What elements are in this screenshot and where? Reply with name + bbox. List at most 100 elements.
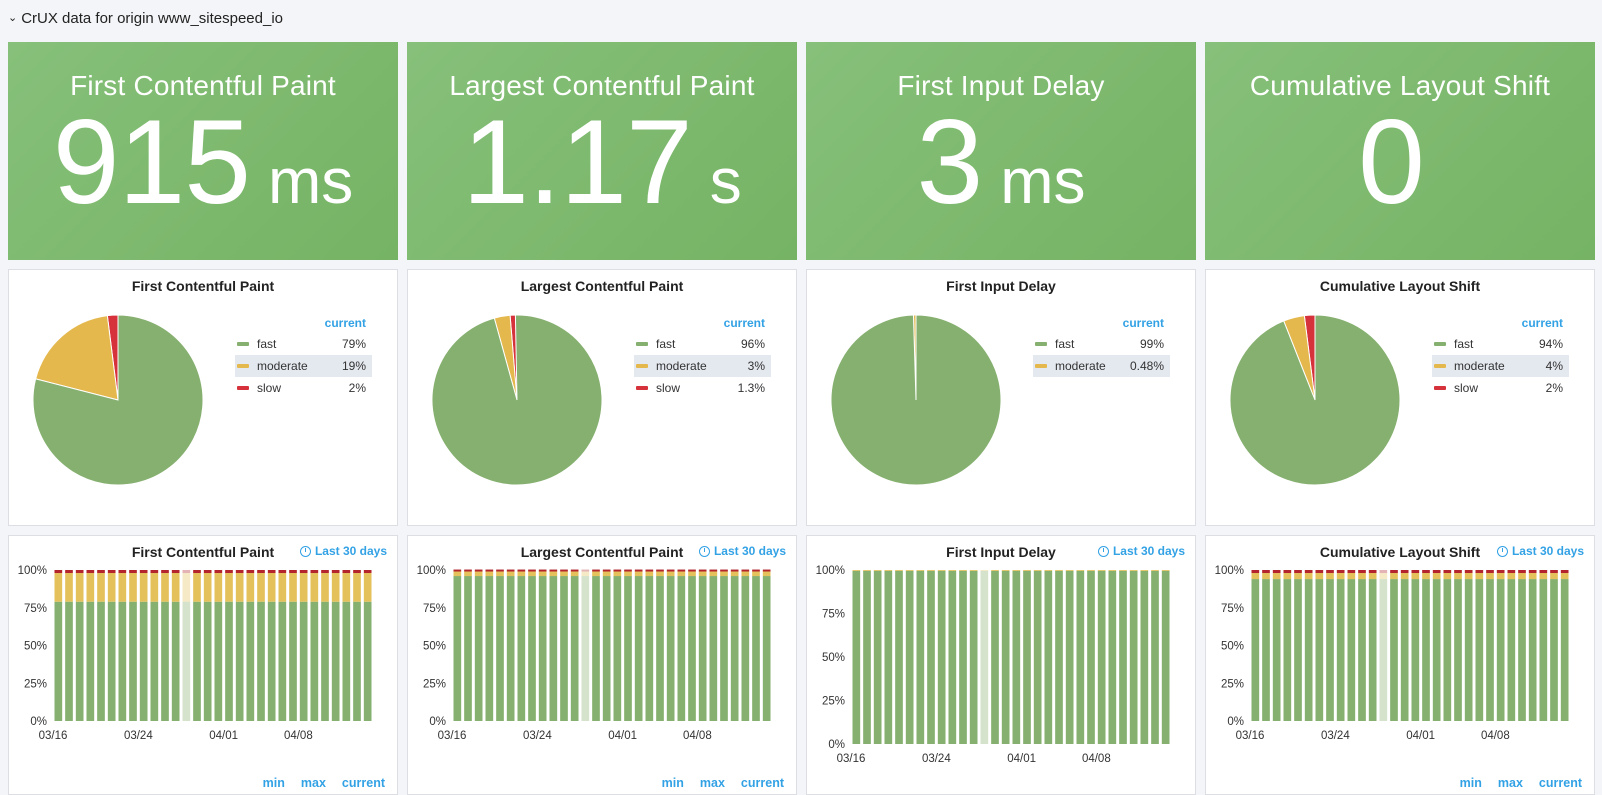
stat-panel-fcp[interactable]: First Contentful Paint 915 ms bbox=[8, 42, 398, 260]
pie-chart[interactable] bbox=[430, 313, 604, 487]
pie-slice-fast[interactable] bbox=[830, 314, 1002, 486]
bar-segment-moderate bbox=[299, 573, 308, 602]
pie-panel-lcp[interactable]: Largest Contentful Paint current fast 96% m… bbox=[407, 269, 797, 526]
pie-panel-fid[interactable]: First Input Delay current fast 99% moderate… bbox=[806, 269, 1196, 526]
pie-chart[interactable] bbox=[829, 313, 1003, 487]
bar-segment-moderate bbox=[1358, 573, 1366, 580]
bar-segment-moderate bbox=[1055, 570, 1063, 571]
legend-item-slow[interactable]: slow 2% bbox=[235, 377, 372, 399]
bar-segment-fast bbox=[592, 576, 600, 721]
bar-segment-slow bbox=[1475, 570, 1484, 574]
bar-segment-slow bbox=[161, 570, 169, 574]
pie-slice-fast[interactable] bbox=[1229, 314, 1401, 486]
bar-segment-slow bbox=[752, 569, 760, 572]
legend-item-moderate[interactable]: moderate 0.48% bbox=[1033, 355, 1170, 377]
bar-panel-cls[interactable]: Cumulative Layout Shift Last 30 days 100… bbox=[1205, 535, 1595, 795]
bar-segment-moderate bbox=[905, 570, 914, 571]
bar-segment-moderate bbox=[363, 573, 372, 602]
bar-segment-fast bbox=[1368, 579, 1377, 721]
bar-segment-fast bbox=[959, 570, 967, 744]
legend-label: fast bbox=[656, 337, 676, 351]
stat-panel-fid[interactable]: First Input Delay 3 ms bbox=[806, 42, 1196, 260]
bar-segment-fast bbox=[267, 601, 276, 721]
bar-segment-fast bbox=[1161, 570, 1170, 744]
bar-segment-slow bbox=[1315, 570, 1324, 574]
y-tick-label: 25% bbox=[423, 678, 446, 690]
bar-segment-moderate bbox=[980, 570, 989, 571]
legend-header-current[interactable]: current bbox=[1033, 313, 1170, 333]
stacked-bar-chart[interactable]: 100% 75% 50% 25% 0% 03/16 03/24 04/01 04/08 bbox=[807, 536, 1195, 791]
bar-segment-fast bbox=[549, 576, 558, 721]
legend-item-moderate[interactable]: moderate 3% bbox=[634, 355, 771, 377]
legend-item-fast[interactable]: fast 96% bbox=[634, 333, 771, 355]
bar-segment-moderate bbox=[496, 571, 504, 577]
bar-panel-fid[interactable]: First Input Delay Last 30 days 100% 75% 50… bbox=[806, 535, 1196, 795]
bar-segment-slow bbox=[54, 570, 63, 574]
bar-segment-slow bbox=[1294, 570, 1302, 574]
legend-header-current[interactable]: current bbox=[1432, 313, 1569, 333]
y-tick-label: 100% bbox=[417, 565, 446, 577]
bar-segment-fast bbox=[1528, 579, 1537, 721]
bar-segment-slow bbox=[485, 569, 494, 572]
bar-segment-slow bbox=[1560, 570, 1569, 574]
bar-segment-slow bbox=[730, 569, 739, 572]
legend-header-current[interactable]: current bbox=[634, 313, 771, 333]
bar-segment-slow bbox=[592, 569, 600, 572]
bar-segment-fast bbox=[916, 570, 925, 744]
bar-segment-moderate bbox=[528, 571, 536, 577]
legend-item-slow[interactable]: slow 1.3% bbox=[634, 377, 771, 399]
bar-segment-moderate bbox=[1411, 573, 1420, 580]
legend-label: moderate bbox=[656, 359, 707, 373]
stacked-bar-chart[interactable]: 100% 75% 50% 25% 0% 03/16 03/24 04/01 04/08 bbox=[1206, 536, 1594, 776]
bar-segment-slow bbox=[709, 569, 718, 572]
pie-chart[interactable] bbox=[1228, 313, 1402, 487]
bar-segment-slow bbox=[1283, 570, 1292, 574]
legend-swatch bbox=[1434, 364, 1446, 368]
x-tick-label: 04/01 bbox=[1007, 753, 1036, 765]
stat-panel-cls[interactable]: Cumulative Layout Shift 0 bbox=[1205, 42, 1595, 260]
legend-item-fast[interactable]: fast 79% bbox=[235, 333, 372, 355]
bar-segment-moderate bbox=[1304, 573, 1313, 580]
bar-segment-moderate bbox=[741, 571, 750, 577]
legend-item-fast[interactable]: fast 99% bbox=[1033, 333, 1170, 355]
bar-segment-moderate bbox=[873, 570, 882, 571]
pie-panel-cls[interactable]: Cumulative Layout Shift current fast 94% mo… bbox=[1205, 269, 1595, 526]
bar-segment-fast bbox=[1119, 570, 1127, 744]
bar-segment-slow bbox=[1358, 570, 1366, 574]
bar-segment-slow bbox=[453, 569, 462, 572]
y-tick-label: 100% bbox=[18, 565, 47, 577]
bar-segment-moderate bbox=[1422, 573, 1430, 580]
legend-item-moderate[interactable]: moderate 4% bbox=[1432, 355, 1569, 377]
bar-segment-moderate bbox=[107, 573, 116, 602]
bar-segment-slow bbox=[698, 569, 707, 572]
legend-item-fast[interactable]: fast 94% bbox=[1432, 333, 1569, 355]
legend-item-slow[interactable]: slow 2% bbox=[1432, 377, 1569, 399]
pie-panel-fcp[interactable]: First Contentful Paint current fast 79% mod… bbox=[8, 269, 398, 526]
x-tick-label: 04/01 bbox=[608, 730, 637, 742]
bar-segment-moderate bbox=[634, 571, 643, 577]
y-tick-label: 100% bbox=[816, 565, 845, 577]
stacked-bar-chart[interactable]: 100% 75% 50% 25% 0% 03/16 03/24 04/01 04/08 bbox=[408, 536, 796, 776]
y-tick-label: 50% bbox=[24, 641, 47, 653]
stat-panel-lcp[interactable]: Largest Contentful Paint 1.17 s bbox=[407, 42, 797, 260]
row-collapse-toggle[interactable]: ⌄ CrUX data for origin www_sitespeed_io bbox=[8, 6, 283, 30]
bar-segment-slow bbox=[1539, 570, 1548, 574]
legend-item-moderate[interactable]: moderate 19% bbox=[235, 355, 372, 377]
stat-unit: s bbox=[709, 145, 742, 217]
bar-panel-lcp[interactable]: Largest Contentful Paint Last 30 days 10… bbox=[407, 535, 797, 795]
bar-segment-slow bbox=[688, 569, 696, 572]
bar-segment-moderate bbox=[677, 571, 686, 577]
bar-segment-fast bbox=[1055, 570, 1063, 744]
bar-segment-moderate bbox=[863, 570, 871, 571]
bar-segment-slow bbox=[506, 569, 515, 572]
bar-segment-fast bbox=[150, 601, 159, 721]
bar-segment-moderate bbox=[1012, 570, 1021, 571]
pie-chart[interactable] bbox=[31, 313, 205, 487]
stacked-bar-chart[interactable]: 100% 75% 50% 25% 0% 03/16 03/24 04/01 04/08 bbox=[9, 536, 397, 776]
bar-segment-moderate bbox=[203, 573, 212, 602]
legend-header-current[interactable]: current bbox=[235, 313, 372, 333]
pie-slice-fast[interactable] bbox=[431, 314, 603, 486]
stat-value: 915 bbox=[52, 95, 251, 229]
bar-segment-moderate bbox=[762, 571, 771, 577]
bar-panel-fcp[interactable]: First Contentful Paint Last 30 days 100%… bbox=[8, 535, 398, 795]
